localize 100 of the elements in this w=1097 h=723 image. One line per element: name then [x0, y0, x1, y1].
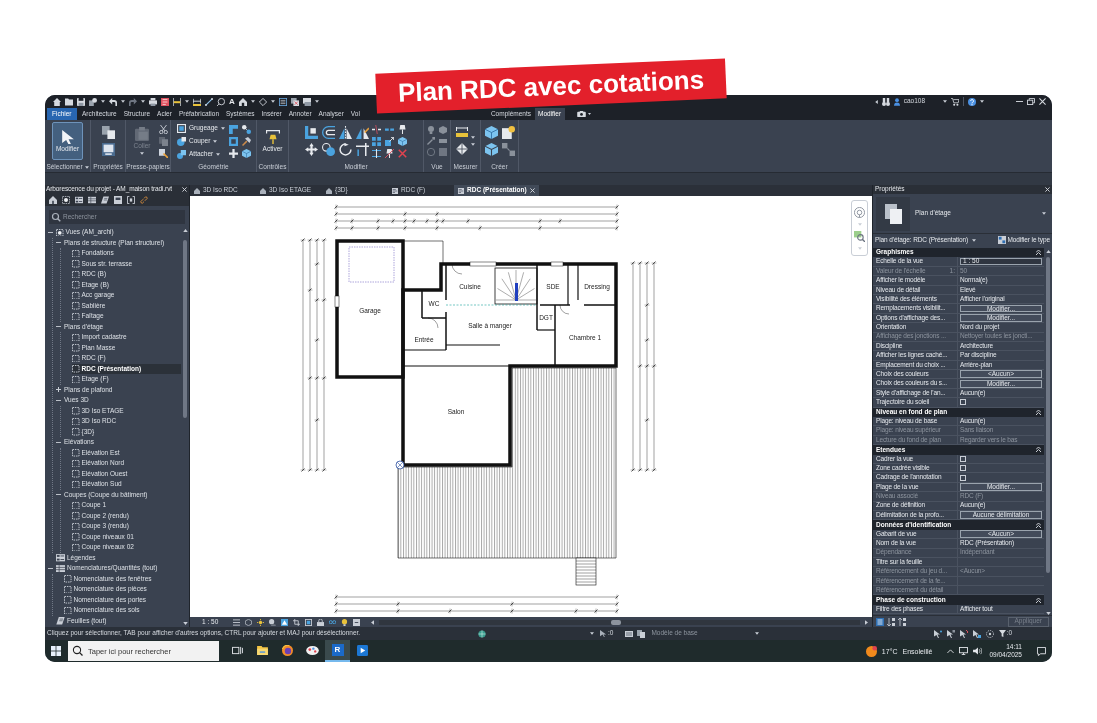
scrollbar-thumb[interactable] — [611, 619, 622, 625]
text-tool-button[interactable]: A — [229, 97, 235, 106]
move-icon[interactable] — [305, 143, 318, 156]
minimize-icon[interactable] — [1016, 100, 1023, 103]
checkbox[interactable] — [960, 465, 966, 472]
minus-square-icon[interactable] — [353, 618, 361, 626]
picture-icon[interactable] — [281, 618, 289, 626]
sheets-icon[interactable] — [101, 126, 115, 139]
document-icon[interactable] — [161, 97, 169, 106]
cross-icon[interactable] — [228, 148, 238, 158]
cursor-icon[interactable] — [972, 629, 981, 638]
close-windows-icon[interactable] — [290, 97, 299, 106]
list-icon[interactable] — [876, 617, 884, 626]
corner-icon[interactable] — [228, 124, 238, 134]
hammer-icon[interactable] — [241, 136, 251, 146]
pin-icon[interactable] — [398, 124, 407, 134]
parts-icon[interactable] — [484, 143, 498, 156]
binoculars-icon[interactable] — [881, 97, 890, 106]
app-tile[interactable]: R — [331, 644, 344, 656]
caret-icon[interactable] — [84, 165, 89, 169]
caret-icon[interactable] — [314, 100, 319, 103]
cursor-icon[interactable] — [600, 630, 607, 637]
monitor-icon[interactable] — [959, 647, 969, 655]
glasses-icon[interactable] — [329, 619, 337, 625]
framed-square-icon[interactable] — [305, 618, 313, 626]
square-frame-icon[interactable] — [228, 136, 238, 146]
caret-icon[interactable] — [101, 100, 105, 103]
caret-icon[interactable] — [121, 100, 125, 103]
cart-icon[interactable] — [951, 97, 959, 106]
zoom-icon[interactable] — [854, 230, 865, 242]
close-icon[interactable] — [529, 188, 535, 193]
help-icon[interactable] — [968, 97, 976, 106]
close-icon[interactable] — [1039, 98, 1046, 105]
sun-icon[interactable] — [257, 618, 265, 626]
caret-left-icon[interactable] — [371, 619, 375, 625]
checkbox[interactable] — [960, 474, 966, 481]
filter-icon[interactable] — [998, 630, 1006, 637]
window-icon[interactable] — [101, 143, 115, 156]
taskbar-button[interactable]: R — [325, 640, 350, 662]
legend-icon[interactable] — [75, 196, 83, 204]
caret-icon[interactable] — [980, 100, 984, 103]
nested-arcs-icon[interactable] — [322, 126, 335, 139]
line-icon[interactable] — [205, 97, 213, 106]
house-icon[interactable] — [238, 97, 247, 106]
checkbox[interactable] — [960, 455, 966, 462]
caret-icon[interactable] — [141, 100, 145, 103]
collapse-icon[interactable] — [1036, 522, 1041, 528]
notification-icon[interactable] — [1037, 646, 1046, 656]
grid-icon[interactable] — [372, 136, 381, 146]
connected-dots-icon[interactable] — [241, 124, 251, 134]
caret-icon[interactable] — [270, 100, 275, 103]
view-frame-icon[interactable] — [62, 196, 70, 204]
target-icon[interactable] — [985, 629, 994, 638]
scrollbar-thumb[interactable] — [1046, 257, 1050, 573]
cube-icon[interactable] — [241, 148, 251, 158]
paint-brush-icon[interactable] — [159, 148, 168, 158]
steering-wheel-icon[interactable] — [854, 206, 865, 218]
block-icon[interactable] — [114, 196, 122, 204]
unpin-icon[interactable] — [385, 148, 394, 158]
shapes-icon[interactable] — [89, 97, 97, 106]
corner-lines-icon[interactable] — [356, 143, 369, 156]
lock-icon[interactable] — [317, 618, 325, 626]
l-shape-icon[interactable] — [305, 126, 318, 139]
list-box-icon[interactable] — [625, 629, 634, 638]
scissors-icon[interactable] — [159, 124, 168, 134]
undo-icon[interactable] — [109, 97, 117, 106]
windows-logo-icon[interactable] — [51, 646, 61, 656]
sort-descending-icon[interactable] — [898, 617, 906, 626]
crop-icon[interactable] — [293, 618, 301, 626]
caret-icon[interactable] — [185, 100, 189, 103]
link-icon[interactable] — [140, 196, 148, 204]
circles-icon[interactable] — [322, 143, 335, 156]
caret-icon[interactable] — [590, 632, 594, 635]
collapse-icon[interactable] — [1036, 597, 1041, 603]
folder-icon[interactable] — [65, 97, 73, 106]
collapse-icon[interactable] — [1036, 409, 1041, 415]
caret-up-icon[interactable] — [182, 229, 188, 232]
table-icon[interactable] — [88, 196, 96, 204]
sheet-icon[interactable] — [101, 196, 109, 204]
diamond-icon[interactable] — [456, 143, 468, 155]
bracket-icon[interactable] — [127, 196, 135, 204]
expand-icon[interactable] — [56, 387, 61, 393]
caret-right-icon[interactable] — [865, 619, 868, 625]
restore-icon[interactable] — [1027, 98, 1035, 105]
dimension-icon[interactable] — [193, 97, 201, 106]
bulb-icon[interactable] — [427, 126, 435, 134]
bulb-icon[interactable] — [341, 618, 349, 626]
cube-icon[interactable] — [439, 126, 447, 134]
collapse-icon[interactable] — [1036, 447, 1041, 453]
caret-icon[interactable] — [250, 100, 255, 103]
caret-down-icon[interactable] — [182, 622, 188, 625]
windows-icon[interactable] — [302, 97, 311, 106]
speaker-icon[interactable] — [973, 647, 983, 655]
mirrored-triangles-icon[interactable] — [339, 126, 352, 139]
thin-lines-icon[interactable] — [278, 97, 287, 106]
cursor-icon[interactable] — [959, 629, 968, 638]
sun-icon[interactable] — [865, 645, 877, 657]
scrollbar-thumb[interactable] — [183, 240, 187, 418]
shadow-icon[interactable] — [269, 618, 277, 626]
cube-icon[interactable] — [484, 126, 498, 139]
